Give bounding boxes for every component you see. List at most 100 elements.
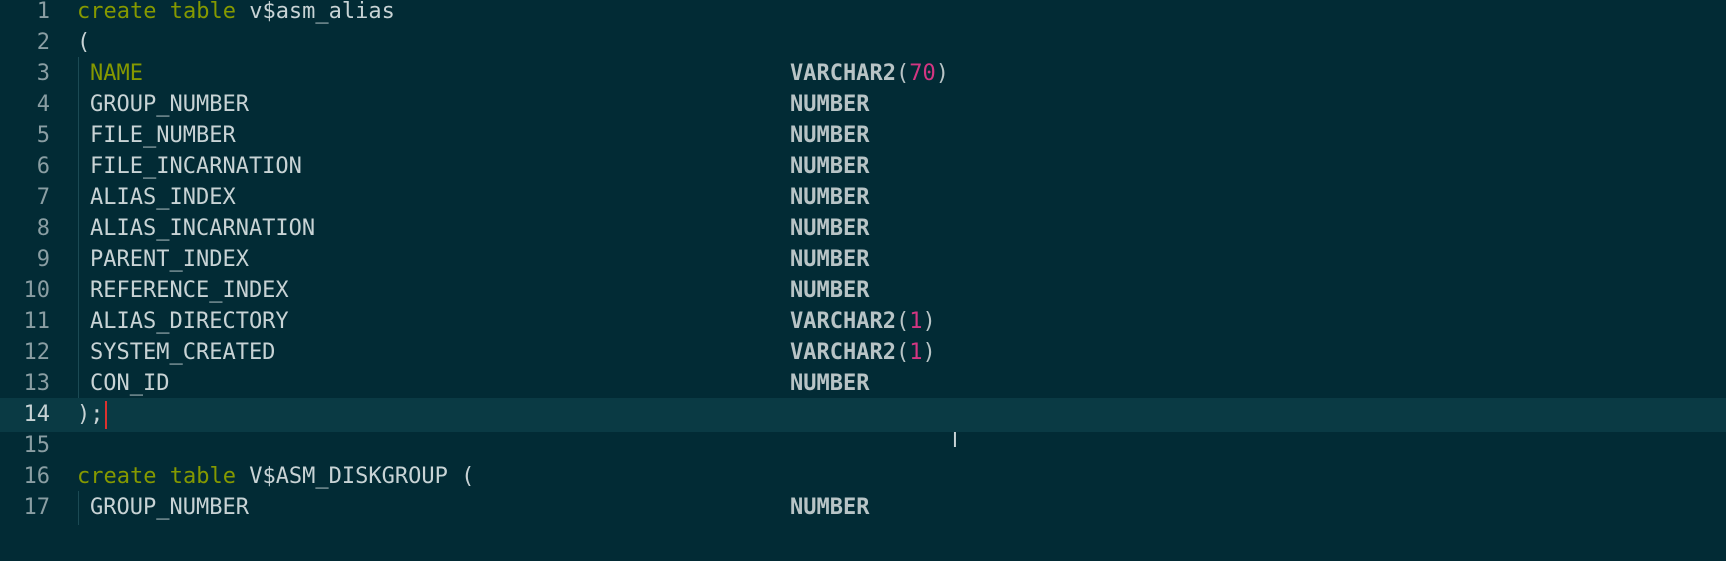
indent-guide (78, 150, 79, 184)
line-number: 14 (23, 402, 51, 427)
column-name: REFERENCE_INDEX (90, 278, 289, 303)
code-line[interactable]: 12 SYSTEM_CREATED VARCHAR2(1) (0, 336, 1726, 370)
type-name: NUMBER (790, 154, 870, 179)
open-paren: ( (895, 340, 910, 365)
close-paren: ) (935, 61, 949, 86)
code-editor[interactable]: 1 create table v$asm_alias 2(3 NAME VARCHAR2… (0, 0, 1726, 561)
column-name: NAME (90, 61, 143, 86)
type-name: VARCHAR2 (790, 309, 896, 334)
line-number: 8 (36, 216, 50, 241)
close-paren: ) (922, 340, 936, 365)
column-name: SYSTEM_CREATED (90, 340, 276, 365)
code-text: ( (77, 26, 90, 60)
column-name: GROUP_NUMBER (90, 92, 249, 117)
indent-guide (78, 181, 79, 215)
code-line[interactable]: 14); (0, 398, 1726, 432)
type-name: NUMBER (790, 123, 870, 148)
indent-guide (78, 305, 79, 339)
indent-guide (78, 119, 79, 153)
column-type: VARCHAR2(1) (790, 336, 936, 370)
keyword: create table (77, 464, 236, 489)
column-type: NUMBER (790, 181, 869, 215)
column-type: NUMBER (790, 119, 869, 153)
line-number: 9 (36, 247, 50, 272)
close-paren: ) (922, 309, 936, 334)
open-paren: ( (895, 309, 910, 334)
type-length: 1 (909, 340, 923, 365)
column-type: NUMBER (790, 150, 869, 184)
line-number: 4 (36, 92, 50, 117)
table-name: v$asm_alias (235, 0, 395, 24)
column-type: NUMBER (790, 491, 869, 525)
code-line[interactable]: 13 CON_ID NUMBER (0, 367, 1726, 401)
code-line[interactable]: 15 (0, 429, 1726, 463)
code-text: create table V$ASM_DISKGROUP ( (77, 460, 474, 494)
line-number: 1 (36, 0, 50, 24)
code-text: ALIAS_DIRECTORY (90, 305, 289, 339)
text-cursor-icon: I (952, 428, 958, 452)
code-line[interactable]: 17 GROUP_NUMBER NUMBER (0, 491, 1726, 525)
column-name: GROUP_NUMBER (90, 495, 249, 520)
column-type: NUMBER (790, 243, 869, 277)
code-text: NAME (90, 57, 143, 91)
punctuation: ( (77, 30, 91, 55)
type-length: 1 (909, 309, 923, 334)
code-line[interactable]: 6 FILE_INCARNATION NUMBER (0, 150, 1726, 184)
column-type: NUMBER (790, 88, 869, 122)
code-line[interactable]: 8 ALIAS_INCARNATION NUMBER (0, 212, 1726, 246)
column-name: ALIAS_DIRECTORY (90, 309, 289, 334)
indent-guide (78, 243, 79, 277)
code-line[interactable]: 5 FILE_NUMBER NUMBER (0, 119, 1726, 153)
column-type: NUMBER (790, 212, 869, 246)
indent-guide (78, 274, 79, 308)
code-line[interactable]: 16 create table V$ASM_DISKGROUP ( (0, 460, 1726, 494)
column-name: ALIAS_INDEX (90, 185, 236, 210)
line-number: 16 (23, 464, 51, 489)
indent-guide (78, 88, 79, 122)
indent-guide (78, 57, 79, 91)
line-number: 3 (36, 61, 50, 86)
line-number: 12 (23, 340, 51, 365)
code-line[interactable]: 7 ALIAS_INDEX NUMBER (0, 181, 1726, 215)
column-type: NUMBER (790, 367, 869, 401)
column-name: CON_ID (90, 371, 170, 396)
column-type: VARCHAR2(1) (790, 305, 936, 339)
indent-guide (78, 491, 79, 525)
type-length: 70 (909, 61, 936, 86)
type-name: NUMBER (790, 216, 870, 241)
punctuation: ); (77, 402, 104, 427)
type-name: VARCHAR2 (790, 340, 896, 365)
line-number: 10 (23, 278, 51, 303)
code-line[interactable]: 4 GROUP_NUMBER NUMBER (0, 88, 1726, 122)
column-type: VARCHAR2(70) (790, 57, 949, 91)
column-name: PARENT_INDEX (90, 247, 249, 272)
code-line[interactable]: 10 REFERENCE_INDEX NUMBER (0, 274, 1726, 308)
code-text: ALIAS_INDEX (90, 181, 236, 215)
type-name: NUMBER (790, 247, 870, 272)
code-line[interactable]: 11 ALIAS_DIRECTORY VARCHAR2(1) (0, 305, 1726, 339)
code-text: FILE_INCARNATION (90, 150, 302, 184)
code-line[interactable]: 1 create table v$asm_alias (0, 0, 1726, 29)
line-number: 17 (23, 495, 51, 520)
code-line[interactable]: 2( (0, 26, 1726, 60)
code-text: CON_ID (90, 367, 169, 401)
type-name: NUMBER (790, 185, 870, 210)
indent-guide (78, 212, 79, 246)
type-name: NUMBER (790, 92, 870, 117)
line-number: 11 (23, 309, 51, 334)
code-text: SYSTEM_CREATED (90, 336, 275, 370)
line-number: 6 (36, 154, 50, 179)
code-text: FILE_NUMBER (90, 119, 236, 153)
code-text: REFERENCE_INDEX (90, 274, 289, 308)
column-name: ALIAS_INCARNATION (90, 216, 316, 241)
code-line[interactable]: 9 PARENT_INDEX NUMBER (0, 243, 1726, 277)
code-text: ); (77, 398, 107, 432)
code-text: PARENT_INDEX (90, 243, 249, 277)
line-number: 5 (36, 123, 50, 148)
type-name: NUMBER (790, 495, 870, 520)
line-number: 7 (36, 185, 50, 210)
indent-guide (78, 367, 79, 401)
column-name: FILE_NUMBER (90, 123, 236, 148)
type-name: VARCHAR2 (790, 61, 896, 86)
code-line[interactable]: 3 NAME VARCHAR2(70) (0, 57, 1726, 91)
